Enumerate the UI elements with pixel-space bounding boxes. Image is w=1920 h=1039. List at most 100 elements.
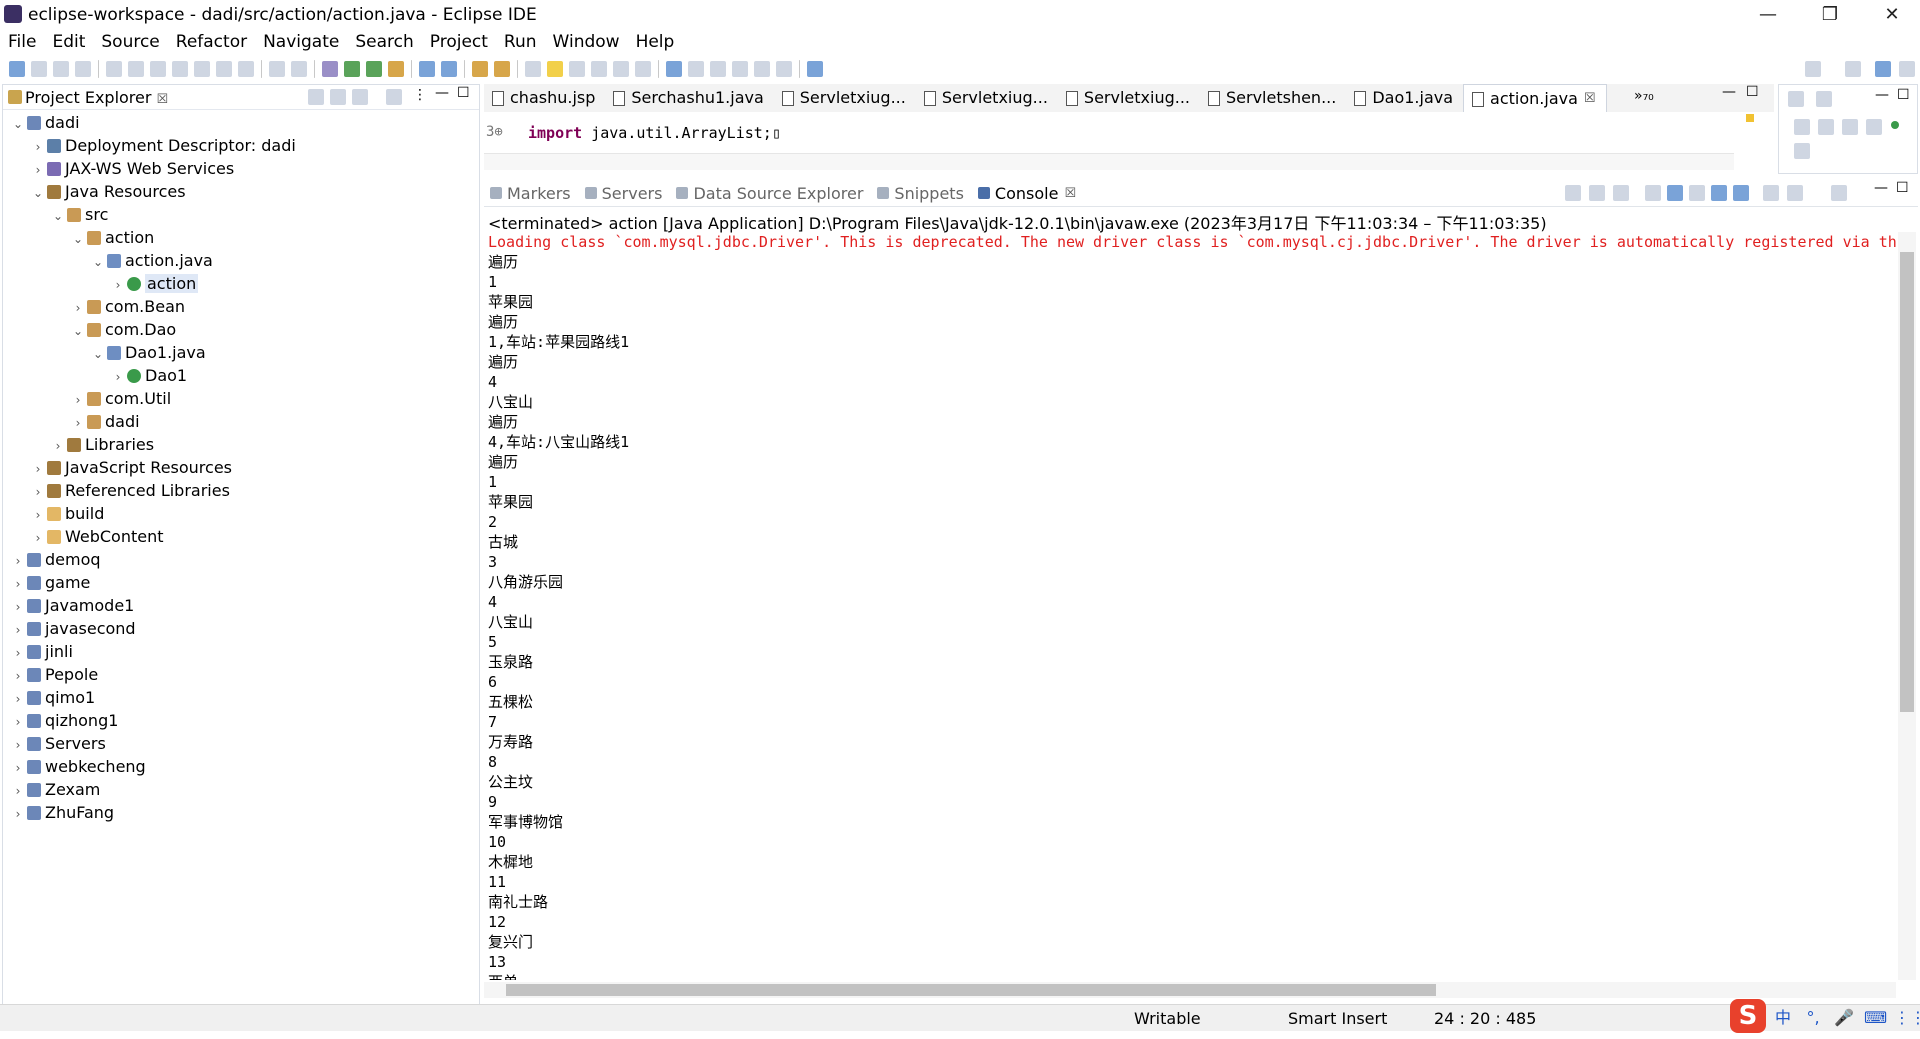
editor-tab[interactable]: Serchashu1.java: [605, 84, 773, 112]
expand-arrow-icon[interactable]: ›: [11, 596, 25, 619]
pin-console-icon[interactable]: [1763, 185, 1779, 201]
menu-search[interactable]: Search: [347, 32, 421, 52]
expand-arrow-icon[interactable]: ›: [11, 642, 25, 665]
console-view-tab[interactable]: Snippets: [871, 184, 972, 203]
keyboard-icon[interactable]: ⌨: [1864, 1009, 1887, 1027]
console-vertical-scroll-thumb[interactable]: [1900, 252, 1914, 712]
scroll-lock-icon[interactable]: [1667, 185, 1683, 201]
tree-item[interactable]: › Dao1: [3, 364, 188, 387]
disconnect-icon[interactable]: [194, 61, 210, 77]
close-icon[interactable]: ☒: [157, 92, 169, 107]
save-icon[interactable]: [31, 61, 47, 77]
tree-item[interactable]: › WebContent: [3, 525, 164, 548]
tree-item[interactable]: › action: [3, 272, 199, 297]
search-icon[interactable]: [494, 61, 510, 77]
word-wrap-icon[interactable]: [1689, 185, 1705, 201]
editor-tab[interactable]: Dao1.java: [1346, 84, 1463, 112]
maximize-view-icon[interactable]: ☐: [1897, 87, 1910, 103]
terminate-icon[interactable]: [1565, 185, 1581, 201]
editor-tab[interactable]: Servletxiug...: [774, 84, 916, 112]
menu-edit[interactable]: Edit: [44, 32, 93, 52]
hide-static-icon[interactable]: [1866, 119, 1882, 135]
tree-item[interactable]: › game: [3, 571, 91, 594]
tree-item[interactable]: › webkecheng: [3, 755, 146, 778]
collapse-all-icon[interactable]: [1794, 119, 1810, 135]
tree-item[interactable]: › jinli: [3, 640, 73, 663]
ime-skin-icon[interactable]: ⋮⋮: [1894, 1009, 1920, 1027]
minimize-view-icon[interactable]: —: [435, 85, 449, 101]
tree-item[interactable]: › Referenced Libraries: [3, 479, 230, 502]
remove-all-launches-icon[interactable]: [1613, 185, 1629, 201]
tree-item[interactable]: ⌄ action: [3, 226, 154, 249]
close-icon[interactable]: ☒: [1064, 186, 1076, 201]
project-explorer-tab[interactable]: Project Explorer ☒: [25, 88, 168, 107]
search-icon[interactable]: [1805, 61, 1821, 77]
tree-item[interactable]: › demoq: [3, 548, 101, 571]
tree-item[interactable]: › com.Bean: [3, 295, 185, 318]
view-menu-icon[interactable]: ⋮: [413, 87, 427, 103]
suspend-icon[interactable]: [150, 61, 166, 77]
terminate-icon[interactable]: [172, 61, 188, 77]
expand-arrow-icon[interactable]: ›: [11, 780, 25, 803]
coverage-icon[interactable]: [366, 61, 382, 77]
close-icon[interactable]: ☒: [1584, 85, 1596, 113]
menu-source[interactable]: Source: [93, 32, 167, 52]
tree-item[interactable]: › qizhong1: [3, 709, 119, 734]
java-ee-perspective-icon[interactable]: [1875, 61, 1891, 77]
collapse-arrow-icon[interactable]: ⌄: [71, 228, 85, 251]
public-member-icon[interactable]: [1891, 121, 1899, 129]
sort-icon[interactable]: [1818, 119, 1834, 135]
web-browser-icon[interactable]: [666, 61, 682, 77]
tree-item[interactable]: › Libraries: [3, 433, 155, 458]
expand-arrow-icon[interactable]: ›: [11, 803, 25, 826]
java-perspective-icon[interactable]: [1899, 61, 1915, 77]
expand-arrow-icon[interactable]: ›: [31, 136, 45, 159]
mark-occurrences-icon[interactable]: [547, 61, 563, 77]
maximize-view-icon[interactable]: ☐: [1896, 180, 1909, 196]
step-into-icon[interactable]: [216, 61, 232, 77]
collapse-arrow-icon[interactable]: ⌄: [71, 320, 85, 343]
server-icon[interactable]: [269, 61, 285, 77]
expand-arrow-icon[interactable]: ›: [111, 274, 125, 297]
editor-tab[interactable]: Servletshen...: [1200, 84, 1346, 112]
menu-refactor[interactable]: Refactor: [168, 32, 255, 52]
deploy-icon[interactable]: [291, 61, 307, 77]
expand-arrow-icon[interactable]: ›: [71, 389, 85, 412]
expand-arrow-icon[interactable]: ›: [31, 458, 45, 481]
menu-file[interactable]: File: [0, 32, 44, 52]
link-with-editor-icon[interactable]: [330, 89, 346, 105]
outline-icon[interactable]: [1788, 91, 1804, 107]
more-tabs-indicator[interactable]: »₇₀: [1634, 88, 1654, 104]
run-icon[interactable]: [344, 61, 360, 77]
block-selection-icon[interactable]: [591, 61, 607, 77]
tree-item[interactable]: ⌄ src: [3, 203, 108, 226]
editor-tab[interactable]: Servletxiug...: [916, 84, 1058, 112]
show-on-stderr-icon[interactable]: [1733, 185, 1749, 201]
microphone-icon[interactable]: 🎤: [1834, 1009, 1854, 1027]
next-annotation-icon[interactable]: [710, 61, 726, 77]
word-wrap-icon[interactable]: [569, 61, 585, 77]
editor-tab[interactable]: chashu.jsp: [484, 84, 605, 112]
pin-icon[interactable]: [688, 61, 704, 77]
expand-arrow-icon[interactable]: ›: [31, 159, 45, 182]
collapse-all-icon[interactable]: [308, 89, 324, 105]
maximize-view-icon[interactable]: ☐: [457, 85, 470, 101]
expand-arrow-icon[interactable]: ›: [51, 435, 65, 458]
link-icon[interactable]: [1794, 143, 1810, 159]
expand-arrow-icon[interactable]: ›: [11, 619, 25, 642]
expand-arrow-icon[interactable]: ›: [11, 711, 25, 734]
external-tools-icon[interactable]: [388, 61, 404, 77]
minimize-editor-icon[interactable]: —: [1722, 84, 1736, 100]
skip-breakpoints-icon[interactable]: [106, 61, 122, 77]
expand-arrow-icon[interactable]: ›: [31, 481, 45, 504]
menu-help[interactable]: Help: [628, 32, 683, 52]
task-list-icon[interactable]: [1816, 91, 1832, 107]
hide-fields-icon[interactable]: [1842, 119, 1858, 135]
ime-language-indicator[interactable]: 中: [1774, 1009, 1792, 1027]
show-whitespace-icon[interactable]: [613, 61, 629, 77]
console-vertical-scrollbar[interactable]: [1898, 232, 1916, 980]
expand-arrow-icon[interactable]: ›: [11, 757, 25, 780]
expand-arrow-icon[interactable]: ›: [31, 527, 45, 550]
debug-icon[interactable]: [322, 61, 338, 77]
collapse-arrow-icon[interactable]: ⌄: [51, 205, 65, 228]
